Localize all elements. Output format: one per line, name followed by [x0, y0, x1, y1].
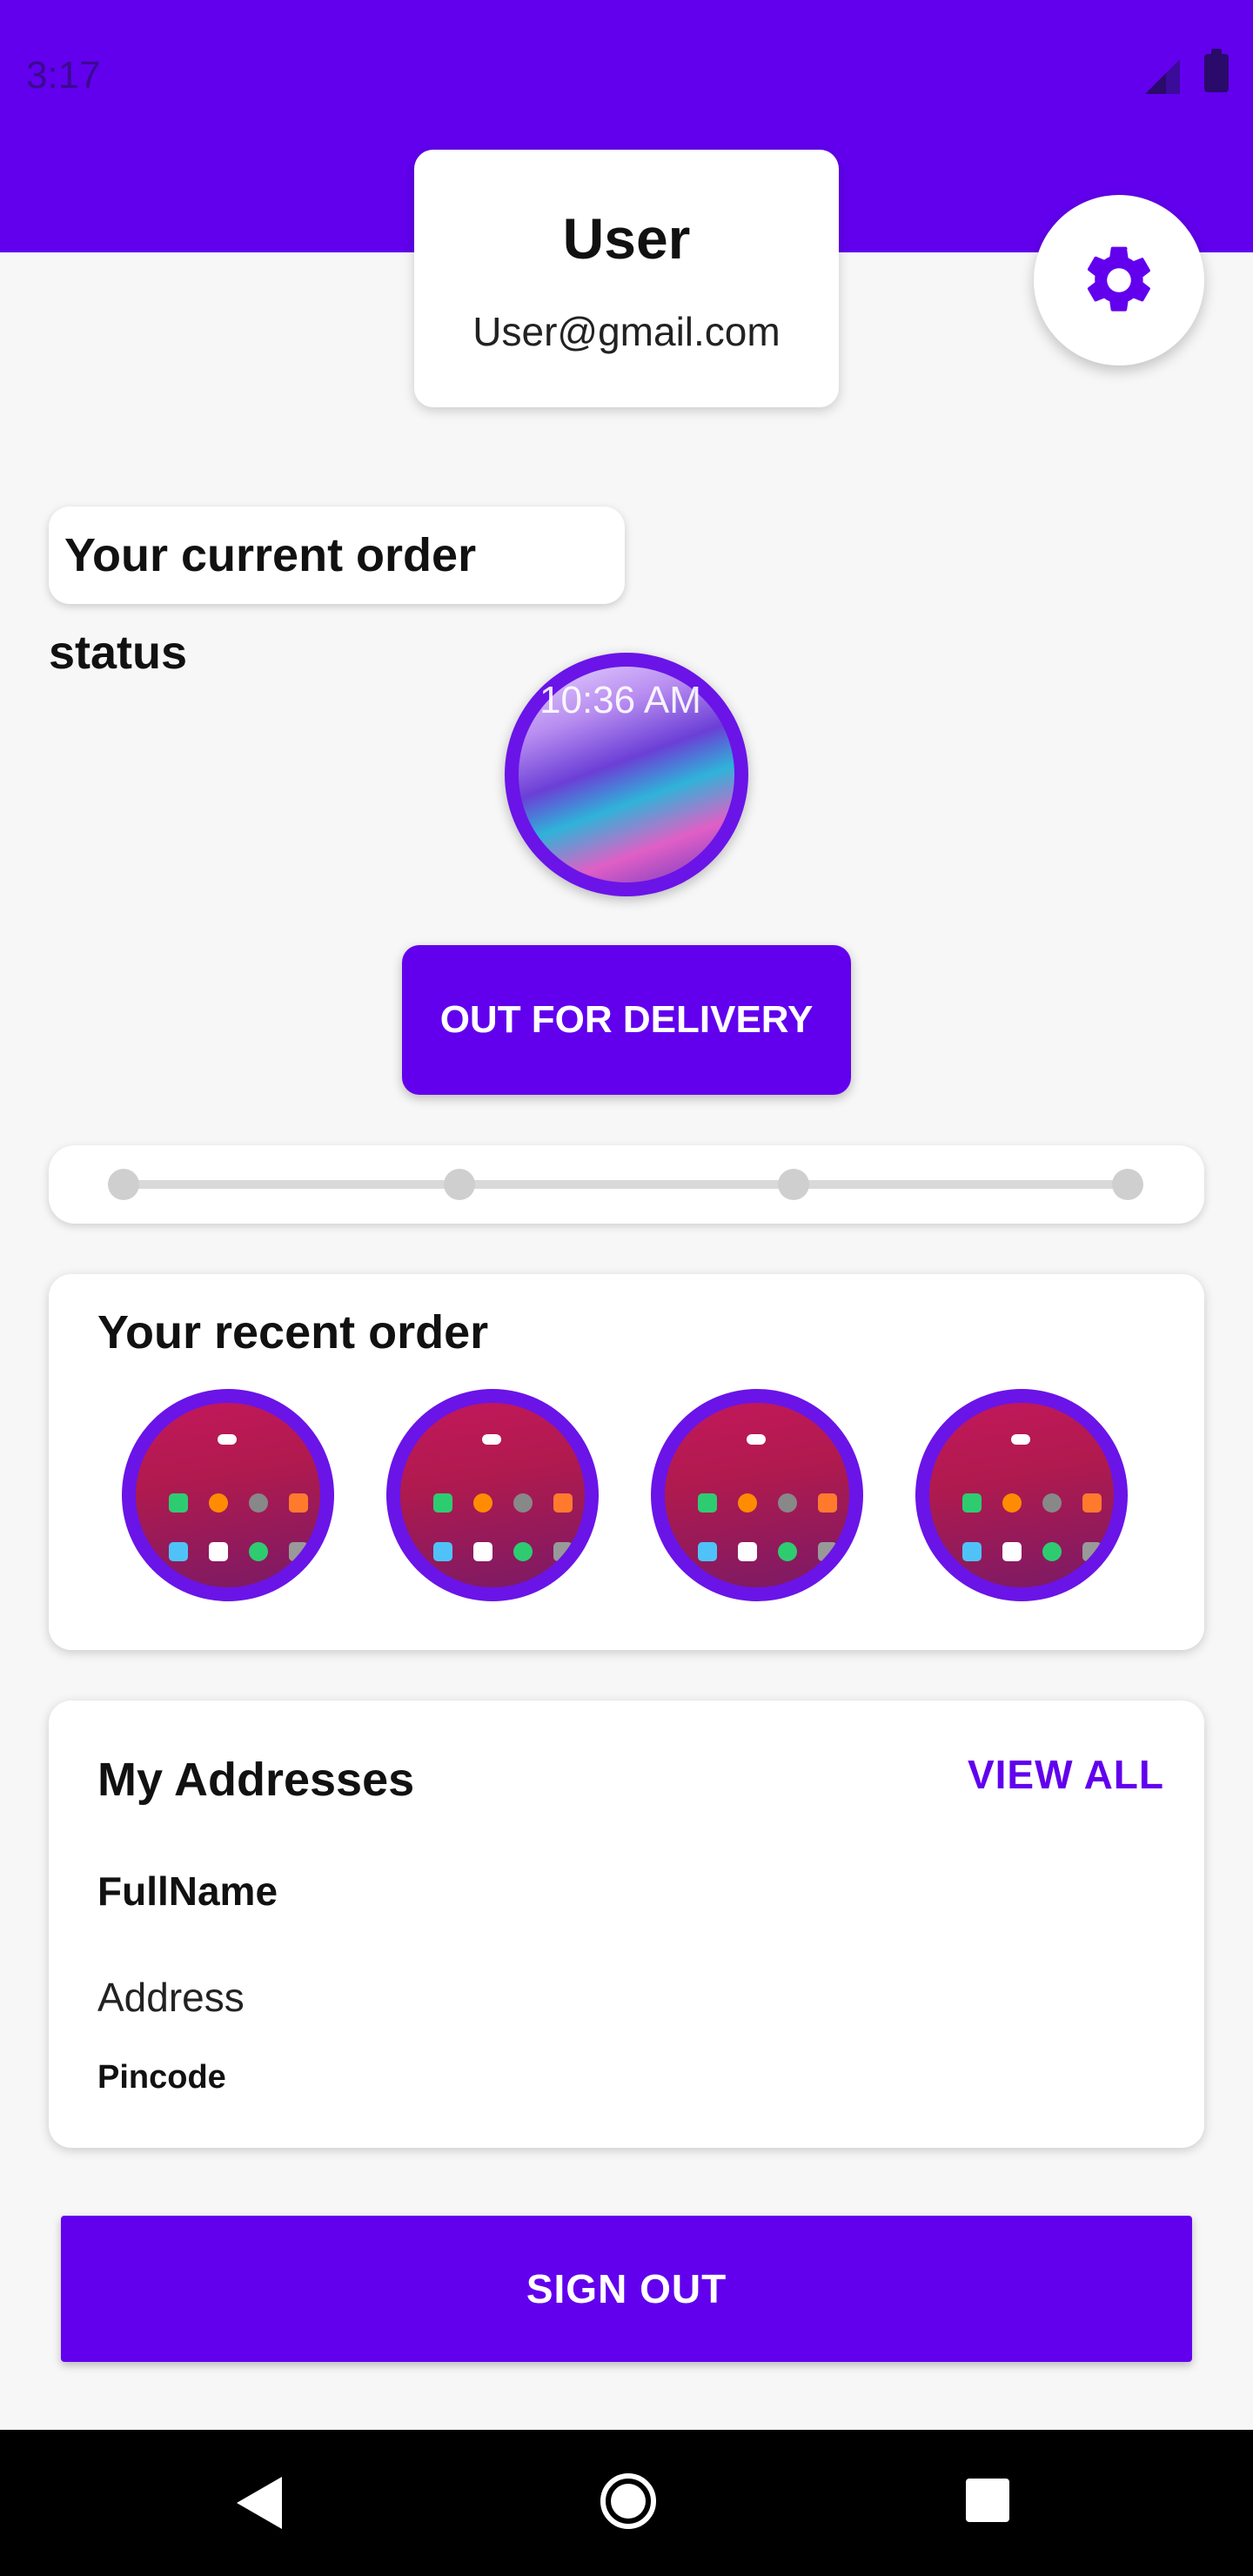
addresses-card: My Addresses VIEW ALL FullName Address P… — [49, 1701, 1204, 2148]
recent-orders-title: Your recent order — [97, 1306, 489, 1358]
progress-step-1 — [108, 1169, 139, 1200]
recent-order-thumb[interactable] — [122, 1389, 334, 1601]
profile-card: User User@gmail.com — [414, 150, 839, 407]
profile-name: User — [562, 206, 691, 271]
progress-track — [124, 1180, 1129, 1189]
recent-order-thumb[interactable] — [386, 1389, 599, 1601]
sign-out-button[interactable]: SIGN OUT — [61, 2216, 1192, 2362]
navigation-bar — [0, 2430, 1253, 2576]
address-line: Address — [97, 1975, 245, 2020]
recents-icon[interactable] — [966, 2479, 1009, 2522]
address-full-name: FullName — [97, 1868, 278, 1914]
order-progress — [49, 1145, 1204, 1224]
gear-icon — [1087, 246, 1150, 312]
current-order-image: 10:36 AM — [505, 653, 748, 896]
signal-icon — [1145, 59, 1180, 94]
profile-email: User@gmail.com — [472, 309, 781, 354]
image-clock-text: 10:36 AM — [539, 679, 701, 721]
progress-step-2 — [444, 1169, 475, 1200]
progress-step-4 — [1112, 1169, 1143, 1200]
status-time: 3:17 — [26, 54, 101, 97]
addresses-title: My Addresses — [97, 1754, 415, 1806]
battery-icon — [1204, 49, 1229, 92]
progress-step-3 — [778, 1169, 809, 1200]
address-pincode: Pincode — [97, 2059, 226, 2096]
home-icon[interactable] — [600, 2473, 656, 2529]
order-status-button[interactable]: OUT FOR DELIVERY — [402, 945, 851, 1095]
order-status-label: Your current order status — [49, 506, 625, 679]
status-bar: 3:17 — [0, 0, 1253, 150]
back-icon[interactable] — [237, 2477, 282, 2529]
recent-order-thumb[interactable] — [651, 1389, 863, 1601]
view-all-button[interactable]: VIEW ALL — [968, 1751, 1164, 1798]
recent-order-thumb[interactable] — [915, 1389, 1128, 1601]
recent-orders-card: Your recent order — [49, 1274, 1204, 1650]
settings-button[interactable] — [1034, 195, 1204, 366]
